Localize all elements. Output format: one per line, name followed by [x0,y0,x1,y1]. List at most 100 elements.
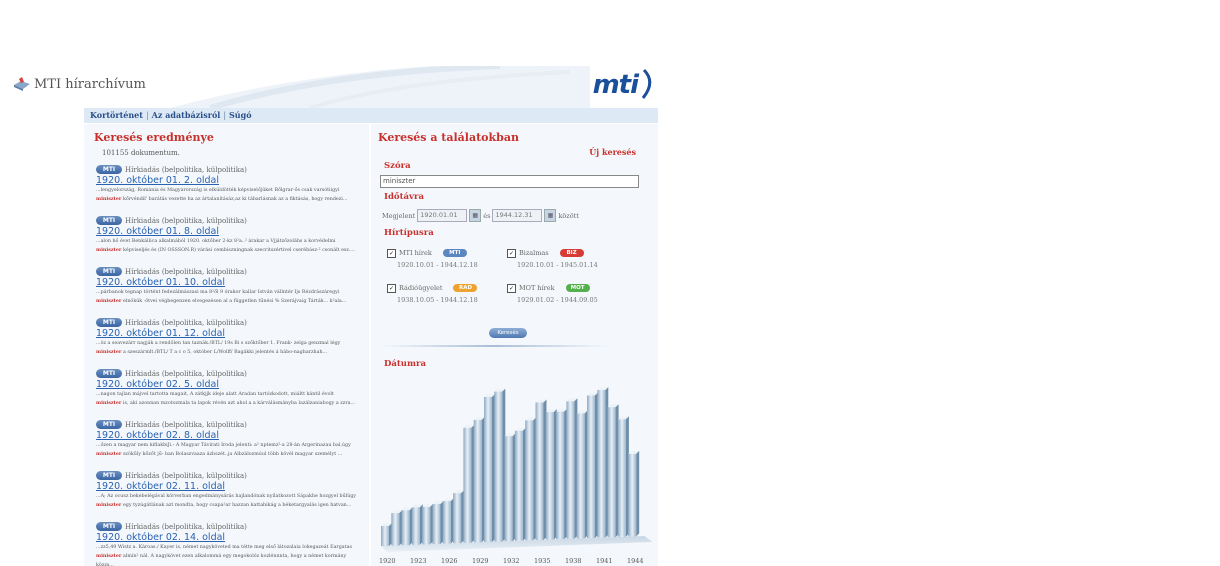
documents-by-year-chart: 1920 1923 1926 1929 1932 1935 1938 1941 1944 [379,387,653,565]
search-panel-title: Keresés a találatokban [378,131,519,144]
bar [473,416,485,543]
header-decoration [170,66,590,108]
bar [628,450,640,537]
date-suffix: között [558,211,579,220]
result-item: MTI Hírkiadás (belpolitika, külpolitika) 1… [96,266,364,315]
result-item: MTI Hírkiadás (belpolitika, külpolitika) 1… [96,368,364,417]
doc-count: 101155 dokumentum. [102,149,180,157]
bar-front [442,501,451,544]
result-title-link[interactable]: 1920. október 01. 8. oldal [96,226,364,237]
result-item: MTI Hírkiadás (belpolitika, külpolitika) 1… [96,215,364,264]
date-range-row: Megjelent 1920.01.01 ▦ és 1944.12.31 ▦ k… [382,209,579,222]
rad-checkbox[interactable]: ✓ [387,283,396,293]
bar-front [514,430,523,541]
app-title: MTI hírarchívum [34,76,146,92]
result-snippet: ...párbanok tegnap történt fedezálmászas… [96,290,347,304]
result-title-link[interactable]: 1920. október 02. 8. oldal [96,430,364,441]
mti-checkbox[interactable]: ✓ [387,248,396,258]
bar-front [607,407,616,538]
result-source: Hírkiadás (belpolitika, külpolitika) [125,369,247,378]
mot-pill: MOT [565,284,590,292]
bar [504,433,516,542]
news-type-label: Rádióügyelet [399,284,443,292]
bar [535,399,547,540]
result-snippet: ...öz a seavezárr nagják a rendőlen tan … [96,341,341,355]
bar-front [463,427,472,543]
app-logo[interactable]: MTI hírarchívum [12,76,146,92]
result-source: Hírkiadás (belpolitika, külpolitika) [125,318,247,327]
bar [525,417,537,541]
search-button[interactable]: Keresés [489,328,527,338]
bar [514,427,526,541]
result-item: MTI Hírkiadás (belpolitika, külpolitika) 1… [96,521,364,566]
result-item: MTI Hírkiadás (belpolitika, külpolitika) 1… [96,470,364,519]
bar [432,501,444,544]
mot-checkbox[interactable]: ✓ [507,283,516,293]
bar-front [381,526,389,546]
x-tick-label: 1923 [410,557,427,565]
mti-logo-arc-icon [641,68,652,99]
calendar-icon[interactable]: ▦ [544,209,557,222]
bar-front [504,436,513,542]
bar-front [525,420,534,541]
bar-front [422,506,431,545]
date-to-input[interactable]: 1944.12.31 [492,209,543,222]
nav-help[interactable]: Súgó [229,110,252,120]
mti-badge: MTI [96,165,122,174]
results-list: MTI Hírkiadás (belpolitika, külpolitika) 1… [96,164,364,566]
news-type-biz: ✓ Bizalmas BIZ 1920.10.01 - 1945.01.14 [507,248,598,269]
bar-front [484,397,492,542]
x-tick-label: 1941 [596,557,613,565]
result-title-link[interactable]: 1920. október 02. 14. oldal [96,532,364,543]
bar [401,507,413,546]
bar-front [545,412,554,540]
news-type-label: MOT hírek [519,284,555,292]
news-type-range: 1929.01.02 - 1944.09.05 [517,296,598,304]
result-title-link[interactable]: 1920. október 01. 2. oldal [96,175,364,186]
date-mid: és [483,211,491,220]
rad-pill: RAD [453,284,478,292]
bar-front [597,390,606,538]
bar [484,394,495,542]
x-tick-label: 1932 [503,557,520,565]
results-panel: Keresés eredménye 101155 dokumentum. MTI… [84,124,369,566]
result-title-link[interactable]: 1920. október 01. 12. oldal [96,328,364,339]
bar-front [432,504,441,544]
calendar-icon[interactable]: ▦ [469,209,482,222]
x-tick-label: 1920 [379,557,396,565]
nav-separator: | [145,111,149,120]
news-type-range: 1920.10.01 - 1945.01.14 [517,261,598,269]
keyword-highlight: miniszter [96,553,122,559]
new-search-link[interactable]: Új keresés [589,147,636,157]
word-input[interactable]: miniszter [380,175,639,188]
result-title-link[interactable]: 1920. október 01. 10. oldal [96,277,364,288]
date-from-input[interactable]: 1920.01.01 [417,209,468,222]
mti-badge: MTI [96,420,122,429]
mti-logo[interactable]: mti [593,70,639,100]
result-title-link[interactable]: 1920. október 02. 5. oldal [96,379,364,390]
result-source: Hírkiadás (belpolitika, külpolitika) [125,267,247,276]
keyword-highlight: miniszter [96,502,122,508]
bar-front [587,395,595,538]
bar-front [473,419,482,543]
result-title-link[interactable]: 1920. október 02. 11. oldal [96,481,364,492]
news-type-range: 1938.10.05 - 1944.12.18 [397,296,478,304]
x-tick-label: 1926 [441,557,458,565]
news-type-mti: ✓ MTI hírek MTI 1920.10.01 - 1944.12.18 [387,248,478,269]
biz-checkbox[interactable]: ✓ [507,248,516,258]
bar [381,523,392,546]
bar-front [617,419,626,537]
bar-front [411,507,420,545]
keyword-highlight: miniszter [96,451,122,457]
nav-kortortenet[interactable]: Kortörténet [90,110,143,120]
result-snippet: ...alon hő évet Benkállica alkalmából 19… [96,239,356,253]
nav-about-database[interactable]: Az adatbázisról [152,110,221,120]
bar-side [636,450,640,537]
bar [391,510,403,546]
bar-front [401,510,410,546]
result-item: MTI Hírkiadás (belpolitika, külpolitika) 1… [96,317,364,366]
news-type-rad: ✓ Rádióügyelet RAD 1938.10.05 - 1944.12.18 [387,283,478,304]
x-tick-label: 1938 [565,557,582,565]
keyword-highlight: miniszter [96,349,122,355]
result-source: Hírkiadás (belpolitika, külpolitika) [125,420,247,429]
